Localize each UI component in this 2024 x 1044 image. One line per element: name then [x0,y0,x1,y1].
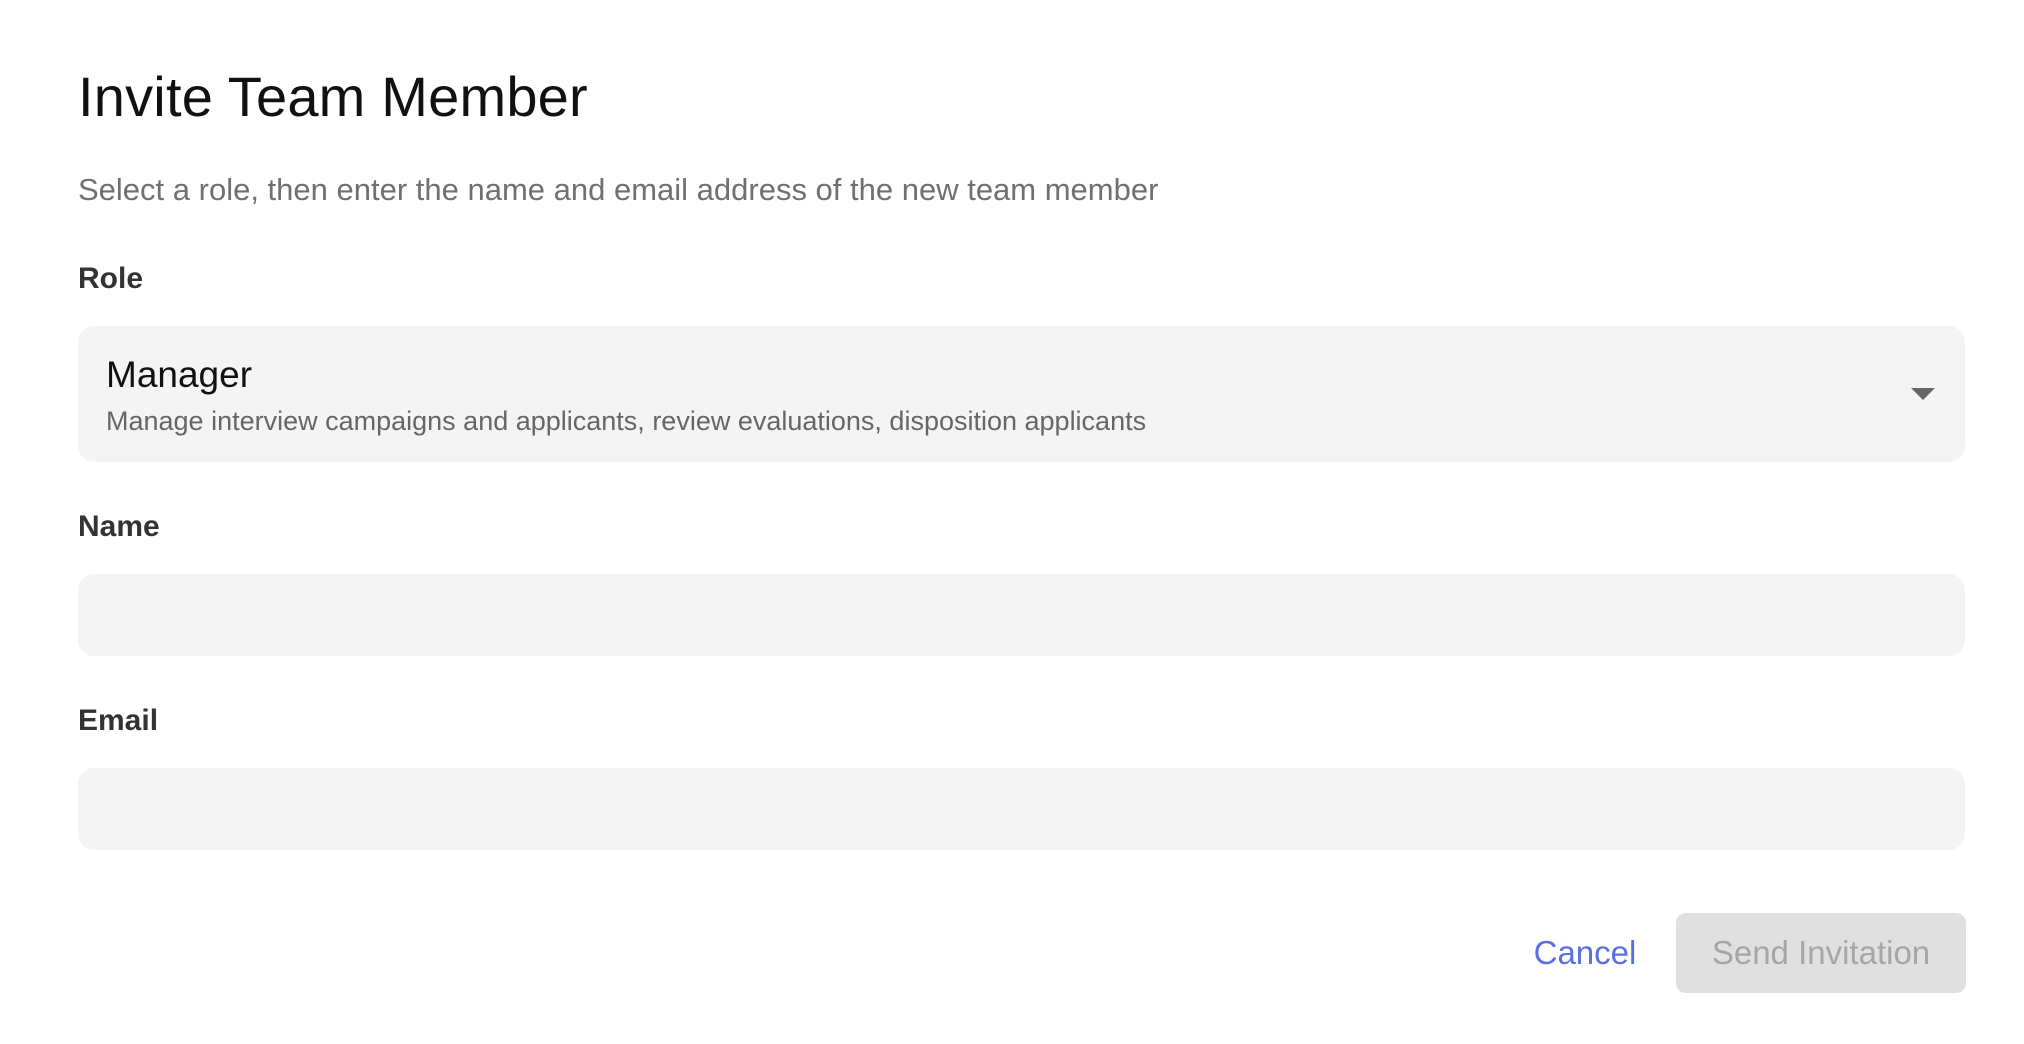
name-input[interactable] [78,574,1965,656]
role-select[interactable]: Manager Manage interview campaigns and a… [78,326,1965,462]
role-selected-value: Manager [106,354,253,395]
invite-team-member-dialog: Invite Team Member Select a role, then e… [0,0,2024,1044]
name-label: Name [78,510,160,543]
dialog-title: Invite Team Member [78,65,588,128]
role-selected-description: Manage interview campaigns and applicant… [106,406,1147,436]
email-label: Email [78,704,159,737]
dialog-subtitle: Select a role, then enter the name and e… [78,172,1159,207]
cancel-button[interactable]: Cancel [1520,913,1650,993]
chevron-down-icon [1911,388,1935,400]
email-input[interactable] [78,768,1965,850]
role-label: Role [78,262,144,295]
send-invitation-button[interactable]: Send Invitation [1676,913,1966,993]
